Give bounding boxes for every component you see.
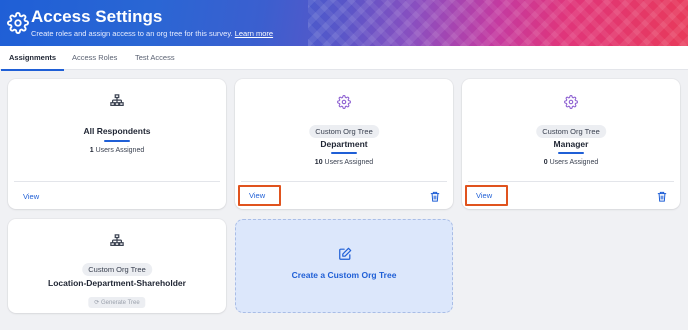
gear-icon [564, 95, 578, 109]
title-underline [104, 140, 130, 142]
create-custom-org-tree-card[interactable]: Create a Custom Org Tree [235, 219, 453, 313]
card-divider [241, 181, 447, 182]
tab-assignments[interactable]: Assignments [0, 46, 65, 71]
subtitle-text: Create roles and assign access to an org… [31, 29, 233, 38]
trash-icon[interactable] [430, 191, 440, 202]
header-pattern [308, 0, 688, 46]
gear-icon [7, 12, 29, 34]
org-tree-icon [110, 94, 124, 106]
view-link[interactable]: View [249, 191, 265, 200]
view-link[interactable]: View [23, 192, 39, 201]
users-assigned: 10 Users Assigned [235, 159, 453, 166]
page-subtitle: Create roles and assign access to an org… [31, 29, 273, 38]
generate-tree-button: ⟳ Generate Tree [88, 297, 146, 308]
card-all-respondents: All Respondents 1 Users Assigned View [8, 79, 226, 209]
refresh-icon: ⟳ [94, 300, 101, 306]
page-title: Access Settings [31, 7, 163, 26]
users-suffix: Users Assigned [547, 159, 599, 166]
edit-icon [339, 247, 352, 260]
org-tree-badge: Custom Org Tree [82, 263, 152, 276]
card-manager: Custom Org Tree Manager 0 Users Assigned… [462, 79, 680, 209]
card-title: All Respondents [83, 126, 151, 136]
page-header: Access Settings Create roles and assign … [0, 0, 688, 46]
users-suffix: Users Assigned [93, 147, 145, 154]
card-location-department-shareholder: Custom Org Tree Location-Department-Shar… [8, 219, 226, 313]
org-tree-badge: Custom Org Tree [536, 125, 606, 138]
tab-bar: Assignments Access Roles Test Access [0, 46, 688, 71]
users-assigned: 0 Users Assigned [462, 159, 680, 166]
learn-more-link[interactable]: Learn more [235, 29, 273, 38]
card-department: Custom Org Tree Department 10 Users Assi… [235, 79, 453, 209]
org-tree-icon [110, 234, 124, 246]
card-divider [14, 181, 220, 182]
generate-tree-label: Generate Tree [101, 300, 140, 306]
view-link[interactable]: View [476, 191, 492, 200]
card-divider [468, 181, 674, 182]
title-underline [558, 152, 584, 154]
title-underline [331, 152, 357, 154]
users-suffix: Users Assigned [322, 159, 374, 166]
gear-icon [337, 95, 351, 109]
trash-icon[interactable] [657, 191, 667, 202]
card-title: Location-Department-Shareholder [48, 278, 186, 288]
tab-test-access[interactable]: Test Access [135, 46, 175, 70]
create-card-title: Create a Custom Org Tree [291, 270, 397, 280]
users-assigned: 1 Users Assigned [8, 147, 226, 154]
tab-access-roles[interactable]: Access Roles [72, 46, 117, 70]
card-title: Department [320, 139, 368, 149]
org-tree-badge: Custom Org Tree [309, 125, 379, 138]
card-title: Manager [553, 139, 589, 149]
users-count: 10 [314, 159, 323, 166]
